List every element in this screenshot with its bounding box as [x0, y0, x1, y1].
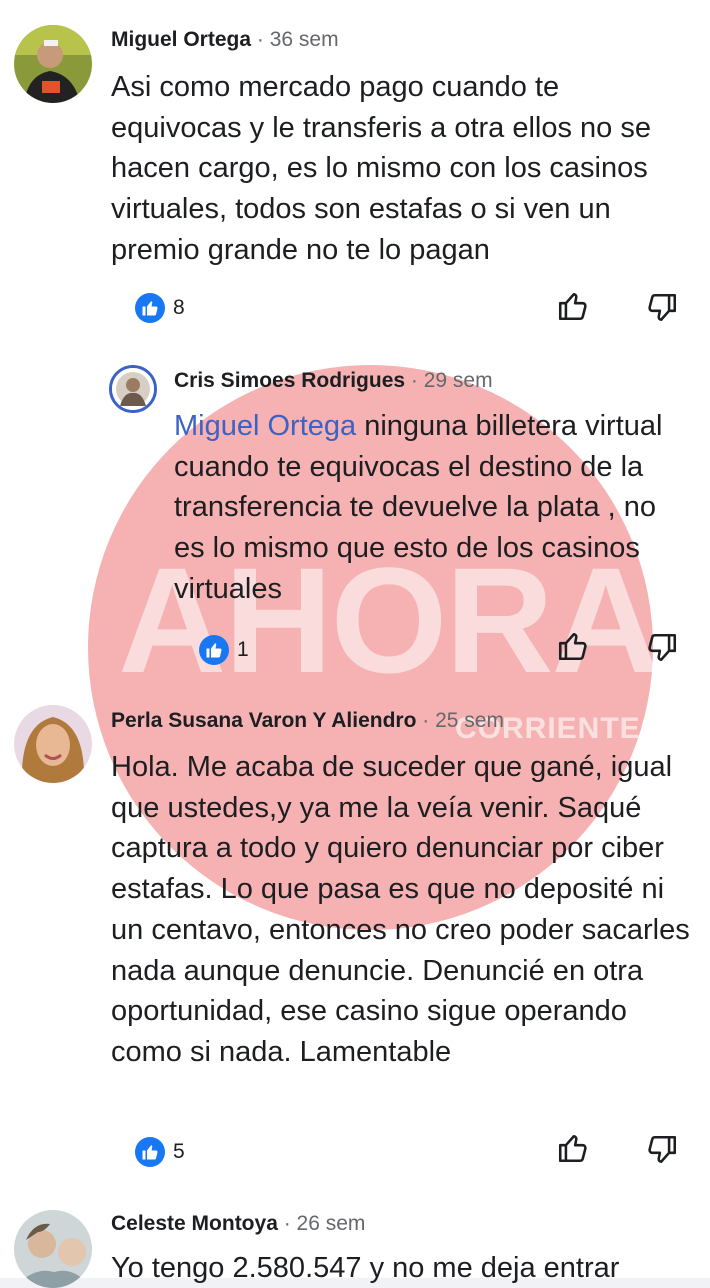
avatar[interactable]	[14, 1210, 92, 1288]
like-reaction-icon	[135, 1137, 165, 1167]
thumbs-up-outline-icon[interactable]	[556, 1131, 590, 1165]
like-count: 5	[173, 1140, 185, 1163]
thumbs-down-outline-icon[interactable]	[645, 631, 679, 665]
reaction-summary[interactable]: 5	[135, 1137, 185, 1167]
author-name[interactable]: Celeste Montoya	[111, 1212, 278, 1235]
comment-celeste-montoya: Celeste Montoya · 26 sem Yo tengo 2.580.…	[0, 1190, 710, 1288]
thumbs-up-outline-icon[interactable]	[556, 629, 590, 663]
like-count: 8	[173, 296, 185, 319]
like-reaction-icon	[199, 635, 229, 665]
like-count: 1	[237, 638, 249, 661]
comment-header: Cris Simoes Rodrigues · 29 sem	[174, 369, 493, 393]
like-reaction-icon	[135, 293, 165, 323]
timestamp[interactable]: · 26 sem	[284, 1212, 366, 1235]
comment-text: Hola. Me acaba de suceder que gané, igua…	[111, 751, 690, 1068]
timestamp[interactable]: · 25 sem	[422, 709, 504, 732]
mention-link[interactable]: Miguel Ortega	[174, 410, 356, 442]
timestamp[interactable]: · 36 sem	[257, 28, 339, 51]
comment-text: Miguel Ortega ninguna billetera virtual …	[174, 406, 674, 610]
avatar[interactable]	[14, 705, 92, 783]
comment-text: Asi como mercado pago cuando te equivoca…	[111, 71, 651, 266]
comment-header: Perla Susana Varon Y Aliendro · 25 sem	[111, 709, 504, 733]
avatar[interactable]	[109, 365, 157, 413]
comment-header: Celeste Montoya · 26 sem	[111, 1212, 365, 1236]
timestamp[interactable]: · 29 sem	[411, 369, 493, 392]
author-name[interactable]: Perla Susana Varon Y Aliendro	[111, 709, 416, 732]
reaction-summary[interactable]: 8	[135, 293, 185, 323]
thumbs-down-outline-icon[interactable]	[645, 291, 679, 325]
comment-miguel-ortega: Miguel Ortega · 36 sem Asi como mercado …	[0, 0, 710, 340]
thumbs-down-outline-icon[interactable]	[645, 1133, 679, 1167]
author-name[interactable]: Cris Simoes Rodrigues	[174, 369, 405, 392]
avatar[interactable]	[14, 25, 92, 103]
comment-perla-susana: Perla Susana Varon Y Aliendro · 25 sem H…	[0, 700, 710, 1190]
thumbs-up-outline-icon[interactable]	[556, 289, 590, 323]
comment-text: Yo tengo 2.580.547 y no me deja entrar	[111, 1252, 620, 1284]
author-name[interactable]: Miguel Ortega	[111, 28, 251, 51]
comment-header: Miguel Ortega · 36 sem	[111, 28, 339, 52]
reply-cris-simoes-rodrigues: Cris Simoes Rodrigues · 29 sem Miguel Or…	[0, 340, 710, 700]
reaction-summary[interactable]: 1	[199, 635, 249, 665]
